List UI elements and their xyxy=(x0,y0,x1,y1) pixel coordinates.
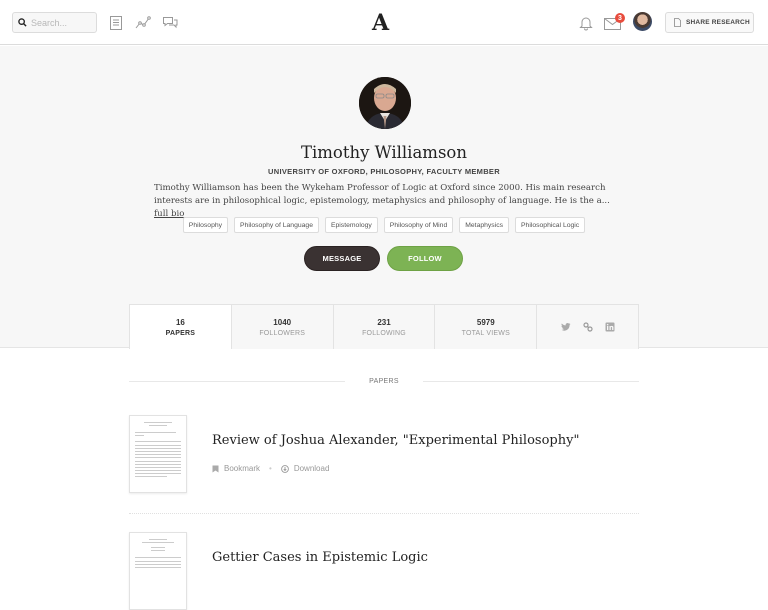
messages-icon[interactable] xyxy=(162,15,178,31)
paper-title[interactable]: Review of Joshua Alexander, "Experimenta… xyxy=(212,433,579,448)
follow-button[interactable]: FOLLOW xyxy=(387,246,463,271)
tag-epistemology[interactable]: Epistemology xyxy=(324,217,378,233)
papers-icon[interactable] xyxy=(108,15,124,31)
download-label: Download xyxy=(293,464,330,473)
bookmark-button[interactable]: Bookmark xyxy=(212,464,260,473)
followers-count: 1040 xyxy=(273,317,292,327)
message-button[interactable]: MESSAGE xyxy=(304,246,380,271)
stats-bar: 16 PAPERS 1040 FOLLOWERS 231 FOLLOWING 5… xyxy=(129,304,639,349)
download-button[interactable]: Download xyxy=(280,464,330,473)
following-label: FOLLOWING xyxy=(362,329,406,337)
research-tags: Philosophy Philosophy of Language Episte… xyxy=(0,217,768,233)
tag-philosophy-of-language[interactable]: Philosophy of Language xyxy=(234,217,319,233)
views-count: 5979 xyxy=(476,317,495,327)
search-box[interactable] xyxy=(12,12,97,33)
tab-followers[interactable]: 1040 FOLLOWERS xyxy=(232,305,334,349)
tag-metaphysics[interactable]: Metaphysics xyxy=(459,217,510,233)
share-research-button[interactable]: SHARE RESEARCH xyxy=(665,12,754,33)
paper-thumbnail[interactable] xyxy=(129,415,187,493)
bookmark-icon xyxy=(212,465,219,472)
tab-following[interactable]: 231 FOLLOWING xyxy=(334,305,436,349)
paper-actions: Bookmark • Download xyxy=(212,464,329,473)
document-icon xyxy=(674,18,681,27)
bookmark-label: Bookmark xyxy=(224,464,261,473)
profile-bio: Timothy Williamson has been the Wykeham … xyxy=(154,182,619,221)
profile-avatar xyxy=(359,77,411,129)
profile-name: Timothy Williamson xyxy=(301,143,467,162)
profile-actions: MESSAGE FOLLOW xyxy=(304,246,463,271)
share-research-label: SHARE RESEARCH xyxy=(686,19,750,26)
profile-header: Timothy Williamson UNIVERSITY OF OXFORD,… xyxy=(0,46,768,348)
paper-title[interactable]: Gettier Cases in Epistemic Logic xyxy=(212,550,428,565)
divider-left xyxy=(129,381,346,382)
papers-label: PAPERS xyxy=(165,329,196,337)
tag-philosophical-logic[interactable]: Philosophical Logic xyxy=(515,217,586,233)
views-label: TOTAL VIEWS xyxy=(461,329,510,337)
tag-philosophy[interactable]: Philosophy xyxy=(182,217,229,233)
paper-divider xyxy=(129,513,639,514)
twitter-icon[interactable] xyxy=(560,322,571,332)
user-avatar[interactable] xyxy=(633,12,652,31)
bell-icon[interactable] xyxy=(578,15,594,31)
notification-badge: 3 xyxy=(615,13,625,23)
papers-section-label: PAPERS xyxy=(369,378,399,385)
tag-philosophy-of-mind[interactable]: Philosophy of Mind xyxy=(383,217,454,233)
followers-label: FOLLOWERS xyxy=(259,329,306,337)
social-links xyxy=(537,305,638,349)
bio-text: Timothy Williamson has been the Wykeham … xyxy=(154,183,610,206)
tab-papers[interactable]: 16 PAPERS xyxy=(130,305,232,349)
following-count: 231 xyxy=(377,317,391,327)
analytics-icon[interactable] xyxy=(135,15,151,31)
linkedin-icon[interactable] xyxy=(605,322,615,332)
papers-section-header: PAPERS xyxy=(129,378,639,385)
search-input[interactable] xyxy=(31,17,91,28)
download-icon xyxy=(280,464,289,473)
separator-dot: • xyxy=(269,464,272,473)
tab-total-views[interactable]: 5979 TOTAL VIEWS xyxy=(435,305,538,349)
paper-thumbnail[interactable] xyxy=(129,532,187,610)
link-icon[interactable] xyxy=(582,322,593,332)
papers-count: 16 xyxy=(175,317,185,327)
profile-affiliation: UNIVERSITY OF OXFORD, PHILOSOPHY, FACULT… xyxy=(268,167,500,176)
search-icon xyxy=(18,18,27,27)
top-nav: A 3 SHARE RESEARCH xyxy=(0,0,768,45)
divider-right xyxy=(422,381,639,382)
logo[interactable]: A xyxy=(372,10,389,36)
